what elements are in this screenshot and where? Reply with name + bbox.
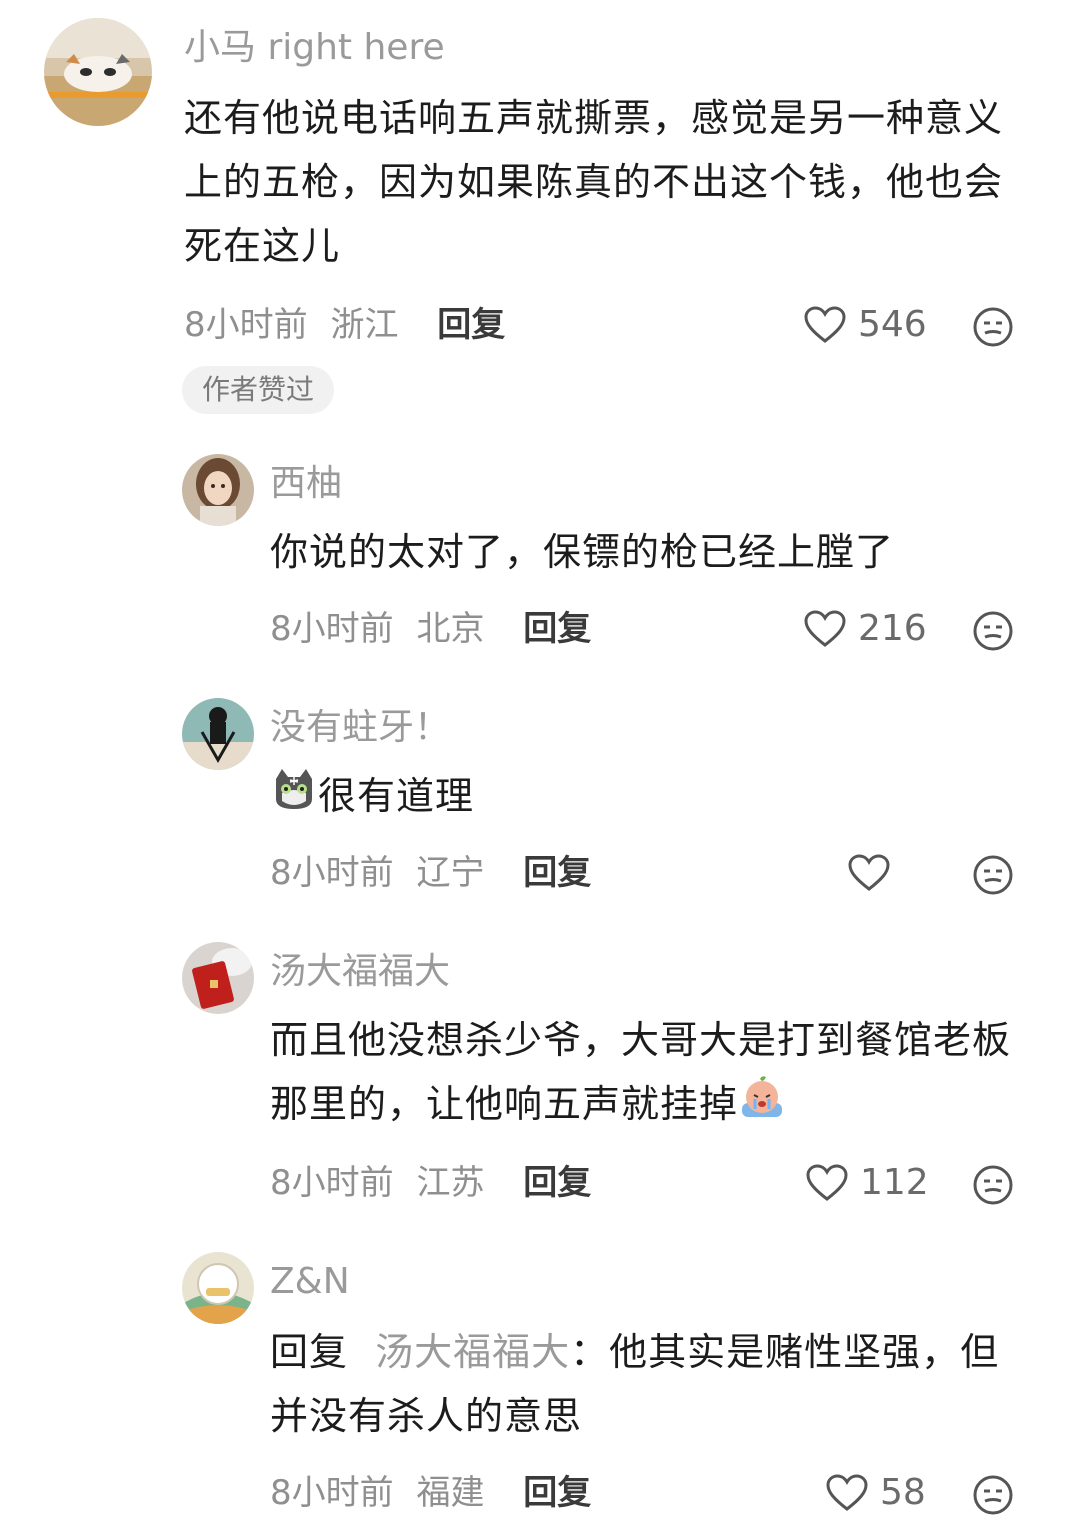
like-button[interactable]: 112 — [806, 1164, 929, 1202]
reply-button[interactable]: 回复 — [523, 609, 591, 649]
like-button[interactable]: 216 — [804, 610, 927, 648]
reply-button[interactable]: 回复 — [523, 1163, 591, 1203]
comment-meta: 8小时前 福建 回复 — [270, 1476, 591, 1510]
neutral-face-icon — [973, 1165, 1013, 1205]
heart-icon — [806, 1164, 848, 1201]
like-button[interactable] — [848, 854, 902, 892]
comment-text: 你说的太对了，保镖的枪已经上膛了 — [270, 530, 895, 574]
username[interactable]: 汤大福福大 — [270, 954, 450, 990]
comment-time: 8小时前 — [270, 853, 394, 893]
avatar[interactable] — [44, 18, 152, 126]
comment-time: 8小时前 — [270, 609, 394, 649]
neutral-face-icon — [973, 611, 1013, 651]
like-button[interactable]: 58 — [826, 1474, 926, 1512]
username[interactable]: 小马 right here — [184, 30, 445, 66]
avatar[interactable] — [182, 454, 254, 526]
avatar[interactable] — [182, 1252, 254, 1324]
neutral-face-icon — [973, 1475, 1013, 1515]
comment-time: 8小时前 — [270, 1473, 394, 1513]
red-envelope-avatar-icon — [182, 942, 254, 1014]
dislike-button[interactable] — [972, 854, 1014, 900]
like-count: 546 — [858, 304, 927, 345]
cat-avatar-icon — [44, 18, 152, 126]
username[interactable]: 西柚 — [270, 466, 342, 502]
comment-text: 而且他没想杀少爷，大哥大是打到餐馆老板那里的，让他响五声就挂掉 — [270, 1008, 1030, 1140]
heart-icon — [804, 306, 846, 343]
reply-to-username[interactable]: 汤大福福大 — [375, 1330, 570, 1374]
comment-location: 北京 — [416, 609, 485, 649]
comment-text-content: 很有道理 — [318, 774, 475, 818]
comment-text-content: 而且他没想杀少爷，大哥大是打到餐馆老板那里的，让他响五声就挂掉 — [270, 1018, 1012, 1126]
like-button[interactable]: 546 — [804, 306, 927, 344]
comment-text: 很有道理 — [270, 764, 1050, 832]
dislike-button[interactable] — [972, 306, 1014, 352]
like-count: 58 — [880, 1472, 926, 1513]
comment-location: 辽宁 — [416, 853, 485, 893]
cat-face-emoji-icon — [270, 765, 318, 832]
heart-icon — [826, 1474, 868, 1511]
avatar[interactable] — [182, 698, 254, 770]
like-count: 216 — [858, 608, 927, 649]
comment-location: 福建 — [416, 1473, 485, 1513]
author-liked-badge: 作者赞过 — [182, 366, 335, 414]
comment-meta: 8小时前 北京 回复 — [270, 612, 591, 646]
heart-icon — [848, 854, 890, 891]
username[interactable]: 没有蛀牙！ — [270, 710, 450, 746]
like-count: 112 — [860, 1162, 929, 1203]
comment-location: 江苏 — [416, 1163, 485, 1203]
neutral-face-icon — [973, 307, 1013, 347]
dislike-button[interactable] — [972, 1164, 1014, 1210]
heart-icon — [804, 610, 846, 647]
comment-time: 8小时前 — [184, 305, 308, 345]
reply-button[interactable]: 回复 — [523, 853, 591, 893]
doll-avatar-icon — [182, 454, 254, 526]
reply-prefix: 回复 — [270, 1330, 349, 1374]
avatar[interactable] — [182, 942, 254, 1014]
comment-location: 浙江 — [330, 305, 399, 345]
comment-meta: 8小时前 江苏 回复 — [270, 1166, 591, 1200]
reply-button[interactable]: 回复 — [523, 1473, 591, 1513]
crying-emoji-icon — [738, 1073, 786, 1140]
cartoon-avatar-icon — [182, 698, 254, 770]
username[interactable]: Z&N — [270, 1264, 350, 1300]
reply-button[interactable]: 回复 — [437, 305, 505, 345]
comment-text: 回复 汤大福福大：他其实是赌性坚强，但并没有杀人的意思 — [270, 1320, 1010, 1448]
dislike-button[interactable] — [972, 1474, 1014, 1520]
badge-avatar-icon — [182, 1252, 254, 1324]
comment-text: 还有他说电话响五声就撕票，感觉是另一种意义上的五枪，因为如果陈真的不出这个钱，他… — [184, 96, 1004, 268]
comment-list: 小马 right here 还有他说电话响五声就撕票，感觉是另一种意义上的五枪，… — [0, 0, 1079, 1534]
comment-meta: 8小时前 浙江 回复 — [184, 308, 505, 342]
comment-meta: 8小时前 辽宁 回复 — [270, 856, 591, 890]
neutral-face-icon — [973, 855, 1013, 895]
dislike-button[interactable] — [972, 610, 1014, 656]
comment-time: 8小时前 — [270, 1163, 394, 1203]
